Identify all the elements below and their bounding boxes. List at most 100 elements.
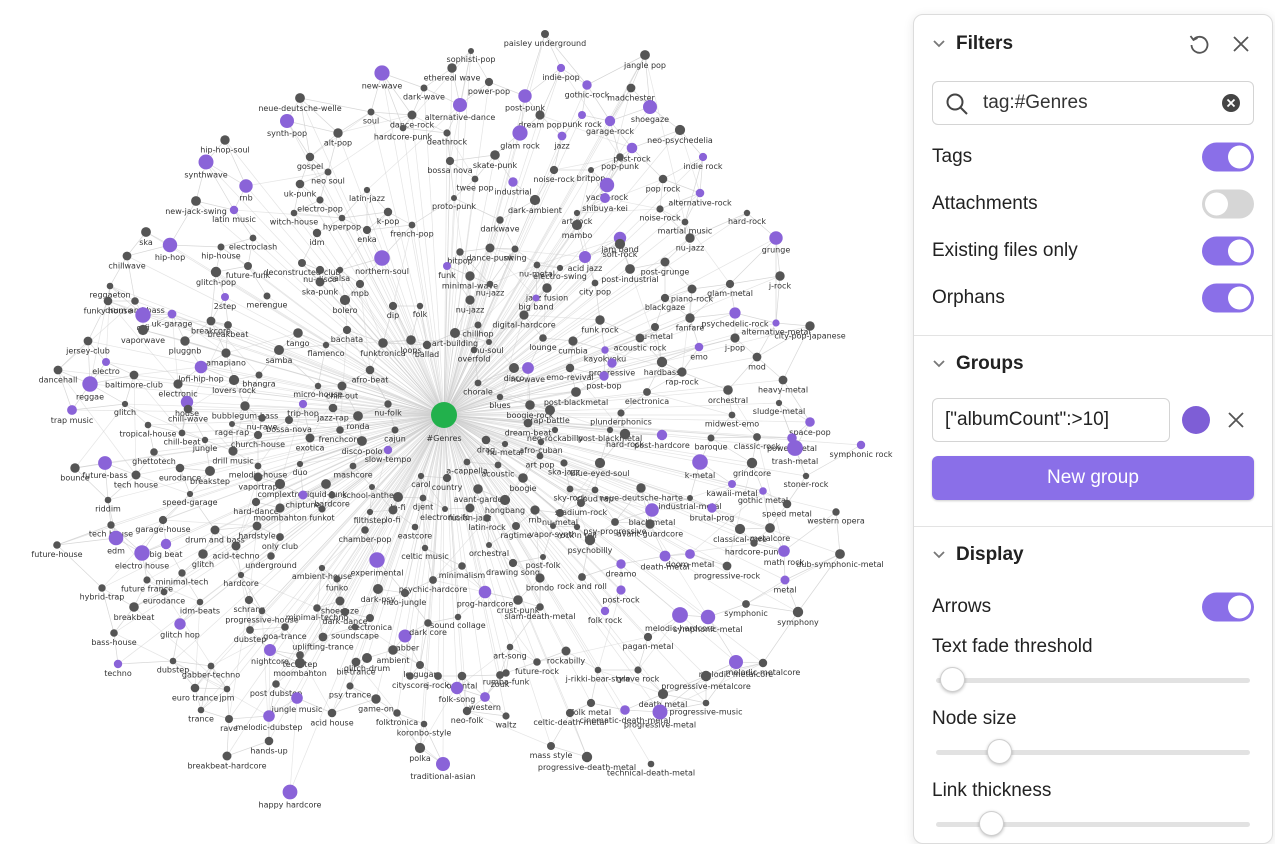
graph-node[interactable]: [645, 519, 655, 529]
graph-node[interactable]: [246, 626, 254, 634]
graph-node[interactable]: [778, 545, 790, 557]
graph-node[interactable]: [336, 426, 344, 434]
graph-node[interactable]: [144, 421, 152, 429]
graph-node[interactable]: [363, 186, 371, 194]
graph-node[interactable]: [210, 266, 222, 278]
search-input[interactable]: [983, 90, 1213, 116]
graph-node[interactable]: [651, 323, 659, 331]
graph-node[interactable]: [258, 607, 266, 615]
graph-node[interactable]: [201, 436, 209, 444]
graph-node[interactable]: [383, 445, 393, 455]
graph-node[interactable]: [626, 83, 636, 93]
graph-node[interactable]: [305, 433, 315, 443]
graph-node[interactable]: [454, 613, 462, 621]
display-header[interactable]: Display: [914, 527, 1272, 583]
graph-node[interactable]: [634, 666, 642, 674]
graph-node[interactable]: [113, 659, 123, 669]
graph-node[interactable]: [102, 358, 110, 366]
graph-node[interactable]: [422, 340, 432, 350]
graph-node[interactable]: [707, 503, 717, 513]
graph-node[interactable]: [607, 358, 617, 368]
graph-node[interactable]: [296, 651, 304, 659]
graph-node[interactable]: [614, 238, 626, 250]
graph-node[interactable]: [264, 736, 274, 746]
graph-node[interactable]: [282, 784, 298, 800]
graph-node[interactable]: [782, 499, 792, 509]
graph-node[interactable]: [542, 283, 552, 293]
graph-node[interactable]: [759, 487, 767, 495]
graph-node[interactable]: [129, 370, 139, 380]
graph-node[interactable]: [365, 365, 375, 375]
graph-node[interactable]: [486, 339, 492, 345]
graph-node[interactable]: [457, 671, 467, 681]
graph-node[interactable]: [695, 188, 705, 198]
graph-node[interactable]: [373, 584, 383, 594]
graph-node[interactable]: [451, 195, 457, 201]
graph-node[interactable]: [707, 434, 715, 442]
graph-node[interactable]: [566, 485, 574, 493]
graph-node[interactable]: [694, 342, 704, 352]
graph-node[interactable]: [729, 307, 741, 319]
graph-node[interactable]: [620, 705, 630, 715]
graph-node[interactable]: [239, 179, 253, 193]
graph-node[interactable]: [298, 399, 308, 409]
graph-node[interactable]: [474, 379, 482, 387]
graph-node[interactable]: [805, 321, 815, 331]
graph-node[interactable]: [388, 645, 398, 655]
graph-node[interactable]: [294, 657, 306, 669]
graph-node[interactable]: [571, 219, 583, 231]
arrows-toggle[interactable]: [1202, 592, 1254, 621]
graph-node[interactable]: [98, 584, 106, 592]
graph-node[interactable]: [110, 629, 118, 637]
graph-node[interactable]: [775, 271, 785, 281]
graph-node[interactable]: [599, 371, 609, 381]
graph-node[interactable]: [494, 461, 502, 469]
graph-node[interactable]: [346, 682, 354, 690]
graph-node[interactable]: [456, 248, 464, 256]
graph-node[interactable]: [335, 596, 345, 606]
graph-node[interactable]: [533, 658, 541, 666]
graph-node[interactable]: [619, 428, 631, 440]
graph-node[interactable]: [591, 486, 599, 494]
graph-node[interactable]: [578, 573, 586, 581]
graph-node[interactable]: [167, 309, 177, 319]
graph-node[interactable]: [82, 376, 98, 392]
graph-node[interactable]: [484, 77, 494, 87]
graph-node[interactable]: [338, 214, 346, 222]
graph-node[interactable]: [447, 63, 457, 73]
graph-node[interactable]: [539, 334, 547, 342]
graph-node[interactable]: [407, 110, 417, 120]
graph-node[interactable]: [131, 470, 141, 480]
graph-node[interactable]: [106, 282, 114, 290]
graph-node[interactable]: [318, 632, 328, 642]
graph-node[interactable]: [470, 346, 478, 354]
graph-node[interactable]: [104, 496, 112, 504]
graph-node[interactable]: [702, 699, 710, 707]
graph-node[interactable]: [660, 257, 670, 267]
graph-node[interactable]: [231, 541, 241, 551]
graph-node[interactable]: [556, 264, 564, 272]
graph-node[interactable]: [205, 466, 215, 476]
graph-node[interactable]: [406, 672, 414, 680]
graph-node[interactable]: [274, 345, 284, 355]
graph-node[interactable]: [601, 346, 609, 354]
graph-node[interactable]: [626, 142, 638, 154]
graph-node[interactable]: [565, 363, 575, 373]
graph-node[interactable]: [752, 352, 762, 362]
graph-node[interactable]: [729, 655, 743, 669]
graph-node[interactable]: [443, 262, 451, 270]
graph-node[interactable]: [687, 495, 693, 501]
graph-node[interactable]: [835, 549, 845, 559]
graph-node[interactable]: [545, 405, 555, 415]
graph-node[interactable]: [578, 111, 586, 119]
graph-node[interactable]: [374, 65, 390, 81]
graph-node[interactable]: [160, 538, 172, 550]
graph-node[interactable]: [535, 573, 545, 583]
graph-node[interactable]: [384, 400, 392, 408]
graph-node[interactable]: [264, 644, 276, 656]
graph-node[interactable]: [98, 456, 112, 470]
graph-node[interactable]: [160, 588, 168, 596]
graph-node[interactable]: [341, 608, 349, 616]
graph-node[interactable]: [512, 125, 528, 141]
graph-node[interactable]: [169, 657, 177, 665]
